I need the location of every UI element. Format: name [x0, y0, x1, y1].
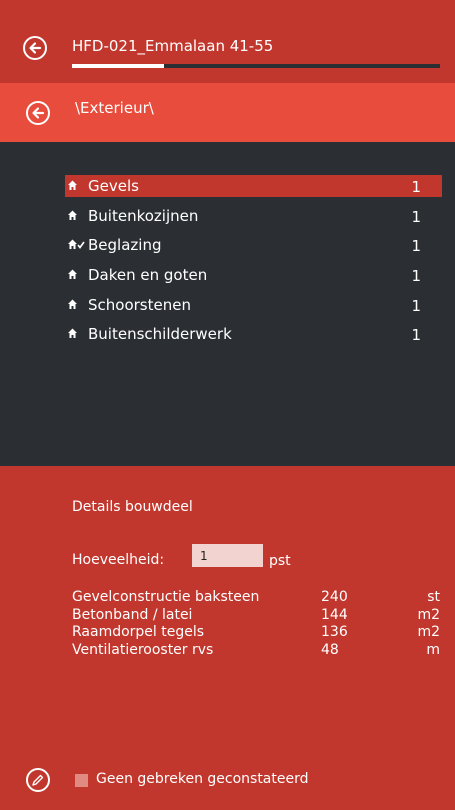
- list-item-count: 1: [411, 237, 421, 256]
- material-value: 48: [321, 641, 339, 658]
- list-item-beglazing[interactable]: Beglazing 1: [65, 234, 442, 256]
- table-row: Ventilatierooster rvs 48 m: [72, 642, 440, 660]
- material-unit: st: [427, 589, 440, 605]
- house-icon: [68, 210, 77, 220]
- house-icon: [68, 180, 77, 190]
- list-item-label: Gevels: [88, 177, 139, 195]
- progress-fill: [72, 64, 164, 68]
- house-check-icon: [68, 239, 85, 250]
- list-item-count: 1: [411, 326, 421, 345]
- section-back-button[interactable]: [26, 101, 50, 125]
- back-button[interactable]: [23, 36, 47, 60]
- material-unit: m2: [417, 624, 440, 640]
- house-icon: [68, 328, 77, 339]
- list-item-label: Schoorstenen: [88, 295, 191, 314]
- top-bar: HFD-021_Emmalaan 41-55: [0, 0, 455, 83]
- material-unit: m2: [417, 606, 440, 623]
- material-unit: m: [426, 641, 440, 658]
- no-defects-checkbox[interactable]: [75, 774, 88, 787]
- material-name: Raamdorpel tegels: [72, 624, 205, 640]
- list-item-count: 1: [411, 267, 421, 286]
- material-name: Ventilatierooster rvs: [72, 641, 214, 658]
- table-row: Betonband / latei 144 m2: [72, 607, 440, 625]
- list-item-label: Beglazing: [88, 236, 162, 255]
- material-name: Betonband / latei: [72, 606, 193, 623]
- quantity-input[interactable]: [192, 544, 263, 567]
- list-item-gevels[interactable]: Gevels 1: [65, 175, 442, 197]
- details-title: Details bouwdeel: [72, 499, 193, 515]
- list-item-count: 1: [411, 296, 421, 315]
- project-title: HFD-021_Emmalaan 41-55: [72, 37, 274, 55]
- table-row: Gevelconstructie baksteen 240 st: [72, 589, 440, 607]
- list-item-schoorstenen[interactable]: Schoorstenen 1: [65, 294, 442, 316]
- list-item-count: 1: [411, 207, 421, 226]
- arrow-left-icon: [29, 42, 42, 54]
- pencil-icon: [32, 774, 44, 786]
- edit-button[interactable]: [26, 768, 50, 792]
- material-name: Gevelconstructie baksteen: [72, 589, 260, 605]
- section-bar: \Exterieur\: [0, 83, 455, 142]
- component-list-panel: Gevels 1 Buitenkozijnen 1 Beglazing 1 Da…: [0, 142, 455, 466]
- list-item-label: Daken en goten: [88, 266, 208, 285]
- list-item-label: Buitenschilderwerk: [88, 325, 232, 344]
- no-defects-label[interactable]: Geen gebreken geconstateerd: [96, 771, 309, 787]
- house-icon: [68, 299, 77, 309]
- house-icon: [68, 269, 77, 280]
- breadcrumb: \Exterieur\: [75, 99, 154, 117]
- details-panel: Details bouwdeel Hoeveelheid: pst Gevelc…: [0, 466, 455, 810]
- component-list: Gevels 1 Buitenkozijnen 1 Beglazing 1 Da…: [65, 175, 442, 353]
- list-item-count: 1: [411, 178, 421, 196]
- list-item-label: Buitenkozijnen: [88, 206, 199, 225]
- progress-bar: [72, 64, 440, 68]
- list-item-daken-en-goten[interactable]: Daken en goten 1: [65, 264, 442, 286]
- material-value: 136: [321, 624, 348, 640]
- arrow-left-icon: [32, 107, 45, 119]
- material-value: 240: [321, 589, 348, 605]
- quantity-unit: pst: [269, 553, 291, 569]
- quantity-label: Hoeveelheid:: [72, 552, 165, 568]
- materials-table: Gevelconstructie baksteen 240 st Betonba…: [72, 589, 440, 659]
- table-row: Raamdorpel tegels 136 m2: [72, 624, 440, 642]
- list-item-buitenkozijnen[interactable]: Buitenkozijnen 1: [65, 205, 442, 227]
- list-item-buitenschilderwerk[interactable]: Buitenschilderwerk 1: [65, 323, 442, 345]
- material-value: 144: [321, 606, 348, 623]
